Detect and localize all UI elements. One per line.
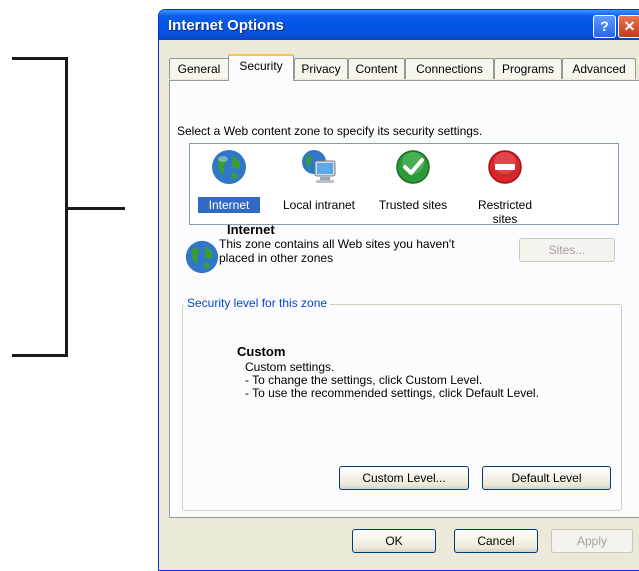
- internet-options-dialog: Internet Options ? ✕ General Security Pr…: [158, 9, 639, 571]
- zone-label: Restricted sites: [477, 198, 533, 226]
- tab-connections[interactable]: Connections: [405, 58, 494, 79]
- ok-button[interactable]: OK: [352, 529, 436, 553]
- selected-zone-title: Internet: [227, 222, 275, 237]
- sites-button[interactable]: Sites...: [519, 238, 615, 262]
- tab-programs[interactable]: Programs: [494, 58, 562, 79]
- cancel-button[interactable]: Cancel: [454, 529, 538, 553]
- default-level-button[interactable]: Default Level: [482, 466, 611, 490]
- checkmark-icon: [396, 150, 430, 184]
- security-level-description: Custom settings. - To change the setting…: [245, 360, 539, 400]
- custom-level-button[interactable]: Custom Level...: [339, 466, 469, 490]
- tab-security[interactable]: Security: [228, 54, 294, 81]
- zone-restricted-sites[interactable]: Restricted sites: [470, 148, 540, 227]
- apply-button[interactable]: Apply: [551, 529, 633, 553]
- bracket-annotation-pointer: [65, 207, 125, 210]
- zone-label: Internet: [198, 197, 260, 213]
- security-level-group-label: Security level for this zone: [184, 296, 331, 310]
- computer-globe-icon: [302, 150, 336, 183]
- help-button[interactable]: ?: [593, 15, 616, 38]
- zone-list: Internet Local intranet Trusted sites Re…: [189, 143, 619, 227]
- zone-label: Local intranet: [282, 198, 356, 212]
- tab-advanced[interactable]: Advanced: [562, 58, 636, 79]
- globe-icon: [212, 150, 246, 184]
- bracket-annotation-top: [12, 57, 68, 60]
- selected-zone-description: This zone contains all Web sites you hav…: [219, 237, 455, 265]
- security-level-title: Custom: [237, 344, 286, 359]
- globe-icon: [185, 240, 219, 274]
- zone-label: Trusted sites: [378, 198, 448, 212]
- tab-privacy[interactable]: Privacy: [294, 58, 348, 79]
- window-title: Internet Options: [168, 17, 284, 34]
- zone-instruction: Select a Web content zone to specify its…: [177, 124, 483, 138]
- bracket-annotation-bottom: [12, 354, 68, 357]
- zone-local-intranet[interactable]: Local intranet: [274, 148, 364, 213]
- title-bar[interactable]: Internet Options ? ✕: [159, 10, 639, 40]
- zone-internet[interactable]: Internet: [198, 148, 260, 213]
- restricted-icon: [488, 150, 522, 184]
- close-button[interactable]: ✕: [618, 15, 639, 38]
- tab-content[interactable]: Content: [348, 58, 405, 79]
- zone-trusted-sites[interactable]: Trusted sites: [370, 148, 456, 213]
- tab-general[interactable]: General: [169, 58, 229, 79]
